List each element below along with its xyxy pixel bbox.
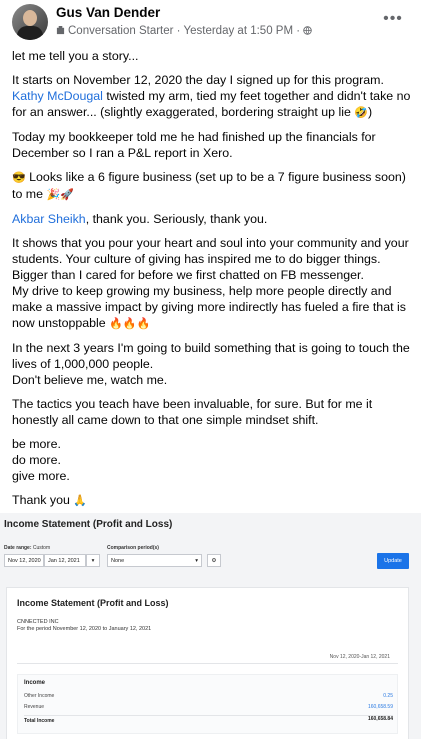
author-name[interactable]: Gus Van Dender bbox=[56, 5, 160, 20]
date-range-label: Date range: Custom bbox=[4, 545, 50, 551]
column-date-range: Nov 12, 2020-Jan 12, 2021 bbox=[329, 654, 390, 660]
post-text: Don't believe me, watch me. bbox=[12, 373, 168, 387]
post-text: It shows that you pour your heart and so… bbox=[12, 236, 409, 282]
chevron-down-icon: ▾ bbox=[195, 558, 198, 564]
post-paragraph: It shows that you pour your heart and so… bbox=[12, 235, 412, 332]
divider bbox=[17, 663, 398, 664]
avatar-head bbox=[23, 10, 37, 26]
report-period: For the period November 12, 2020 to Janu… bbox=[17, 626, 152, 632]
post-text: , thank you. Seriously, thank you. bbox=[85, 212, 268, 226]
fire-emoji-icon: 🔥🔥🔥 bbox=[109, 318, 151, 330]
post-text: give more. bbox=[12, 469, 70, 483]
row-label: Revenue bbox=[24, 704, 45, 710]
post-text: My drive to keep growing my business, he… bbox=[12, 284, 406, 330]
row-value[interactable]: 0.25 bbox=[383, 693, 393, 699]
post-paragraph: Akbar Sheikh, thank you. Seriously, than… bbox=[12, 211, 412, 227]
post-header: Gus Van Dender Conversation Starter · Ye… bbox=[0, 0, 421, 44]
more-options-icon[interactable]: ••• bbox=[379, 10, 407, 30]
mention-link[interactable]: Akbar Sheikh bbox=[12, 212, 86, 226]
globe-icon bbox=[303, 26, 312, 35]
company-name: CNNECTED INC bbox=[17, 619, 59, 625]
pray-emoji-icon: 🙏 bbox=[73, 495, 88, 507]
post-paragraph: The tactics you teach have been invaluab… bbox=[12, 397, 373, 427]
date-from-field[interactable]: Nov 12, 2020 bbox=[4, 554, 44, 567]
badge-icon bbox=[56, 26, 65, 35]
party-rocket-emoji-icon: 🎉🚀 bbox=[46, 189, 74, 201]
row-label: Total Income bbox=[24, 718, 55, 724]
income-section: Income Other Income 0.25 Revenue 160,658.5… bbox=[17, 674, 398, 734]
meta-sep: · bbox=[176, 25, 184, 37]
post-text: In the next 3 years I'm going to build s… bbox=[12, 341, 410, 371]
post-paragraph: It starts on November 12, 2020 the day I… bbox=[12, 72, 412, 121]
settings-gear-icon[interactable]: ⚙ bbox=[207, 554, 221, 567]
post-text: ) bbox=[368, 105, 373, 119]
report-card: Income Statement (Profit and Loss) CNNEC… bbox=[6, 587, 409, 739]
post-time[interactable]: Yesterday at 1:50 PM bbox=[184, 25, 294, 37]
comparison-select[interactable]: None ▾ bbox=[107, 554, 202, 567]
comparison-label-text: Comparison period(s) bbox=[107, 545, 159, 551]
post-paragraph: Thank you 🙏 bbox=[12, 492, 412, 509]
date-range-dropdown-icon[interactable]: ▾ bbox=[86, 554, 100, 567]
date-range-label-text: Date range: bbox=[4, 545, 32, 551]
date-to-field[interactable]: Jan 12, 2021 bbox=[44, 554, 86, 567]
post-text: be more. bbox=[12, 437, 61, 451]
row-value[interactable]: 160,658.59 bbox=[368, 704, 393, 710]
comparison-value: None bbox=[111, 558, 125, 564]
avatar-body bbox=[17, 26, 43, 40]
table-row: Other Income 0.25 bbox=[24, 693, 393, 702]
meta-sep-2: · bbox=[296, 25, 304, 37]
post-paragraph: be more. do more. give more. bbox=[12, 436, 412, 484]
post-text: do more. bbox=[12, 453, 61, 467]
row-label: Other Income bbox=[24, 693, 55, 699]
post-paragraph: Today my bookkeeper told me he had finis… bbox=[12, 130, 376, 160]
mention-link[interactable]: Kathy McDougal bbox=[12, 89, 103, 103]
row-value: 160,658.84 bbox=[367, 716, 393, 722]
attached-screenshot[interactable]: Income Statement (Profit and Loss) Date … bbox=[0, 513, 421, 739]
table-row: Revenue 160,658.59 bbox=[24, 704, 393, 713]
post-body: let me tell you a story... It starts on … bbox=[12, 48, 412, 517]
badge-label: Conversation Starter bbox=[68, 25, 174, 37]
comparison-label: Comparison period(s) bbox=[107, 545, 159, 551]
update-button[interactable]: Update bbox=[377, 553, 409, 569]
report-page-title: Income Statement (Profit and Loss) bbox=[4, 519, 173, 530]
post-paragraph: 😎 Looks like a 6 figure business (set up… bbox=[12, 169, 412, 203]
report-card-title: Income Statement (Profit and Loss) bbox=[17, 598, 169, 608]
section-heading: Income bbox=[24, 680, 46, 686]
sunglasses-emoji-icon: 😎 bbox=[12, 172, 26, 184]
post-meta: Conversation Starter · Yesterday at 1:50… bbox=[56, 25, 312, 37]
table-row-total: Total Income 160,658.84 bbox=[24, 715, 393, 727]
post-paragraph: let me tell you a story... bbox=[12, 49, 139, 63]
laughing-emoji-icon: 🤣 bbox=[354, 107, 369, 119]
post-text: Thank you bbox=[12, 493, 74, 507]
date-range-mode: Custom bbox=[32, 545, 51, 551]
avatar[interactable] bbox=[12, 4, 48, 40]
post-text: It starts on November 12, 2020 the day I… bbox=[12, 73, 384, 87]
post-paragraph: In the next 3 years I'm going to build s… bbox=[12, 340, 412, 388]
